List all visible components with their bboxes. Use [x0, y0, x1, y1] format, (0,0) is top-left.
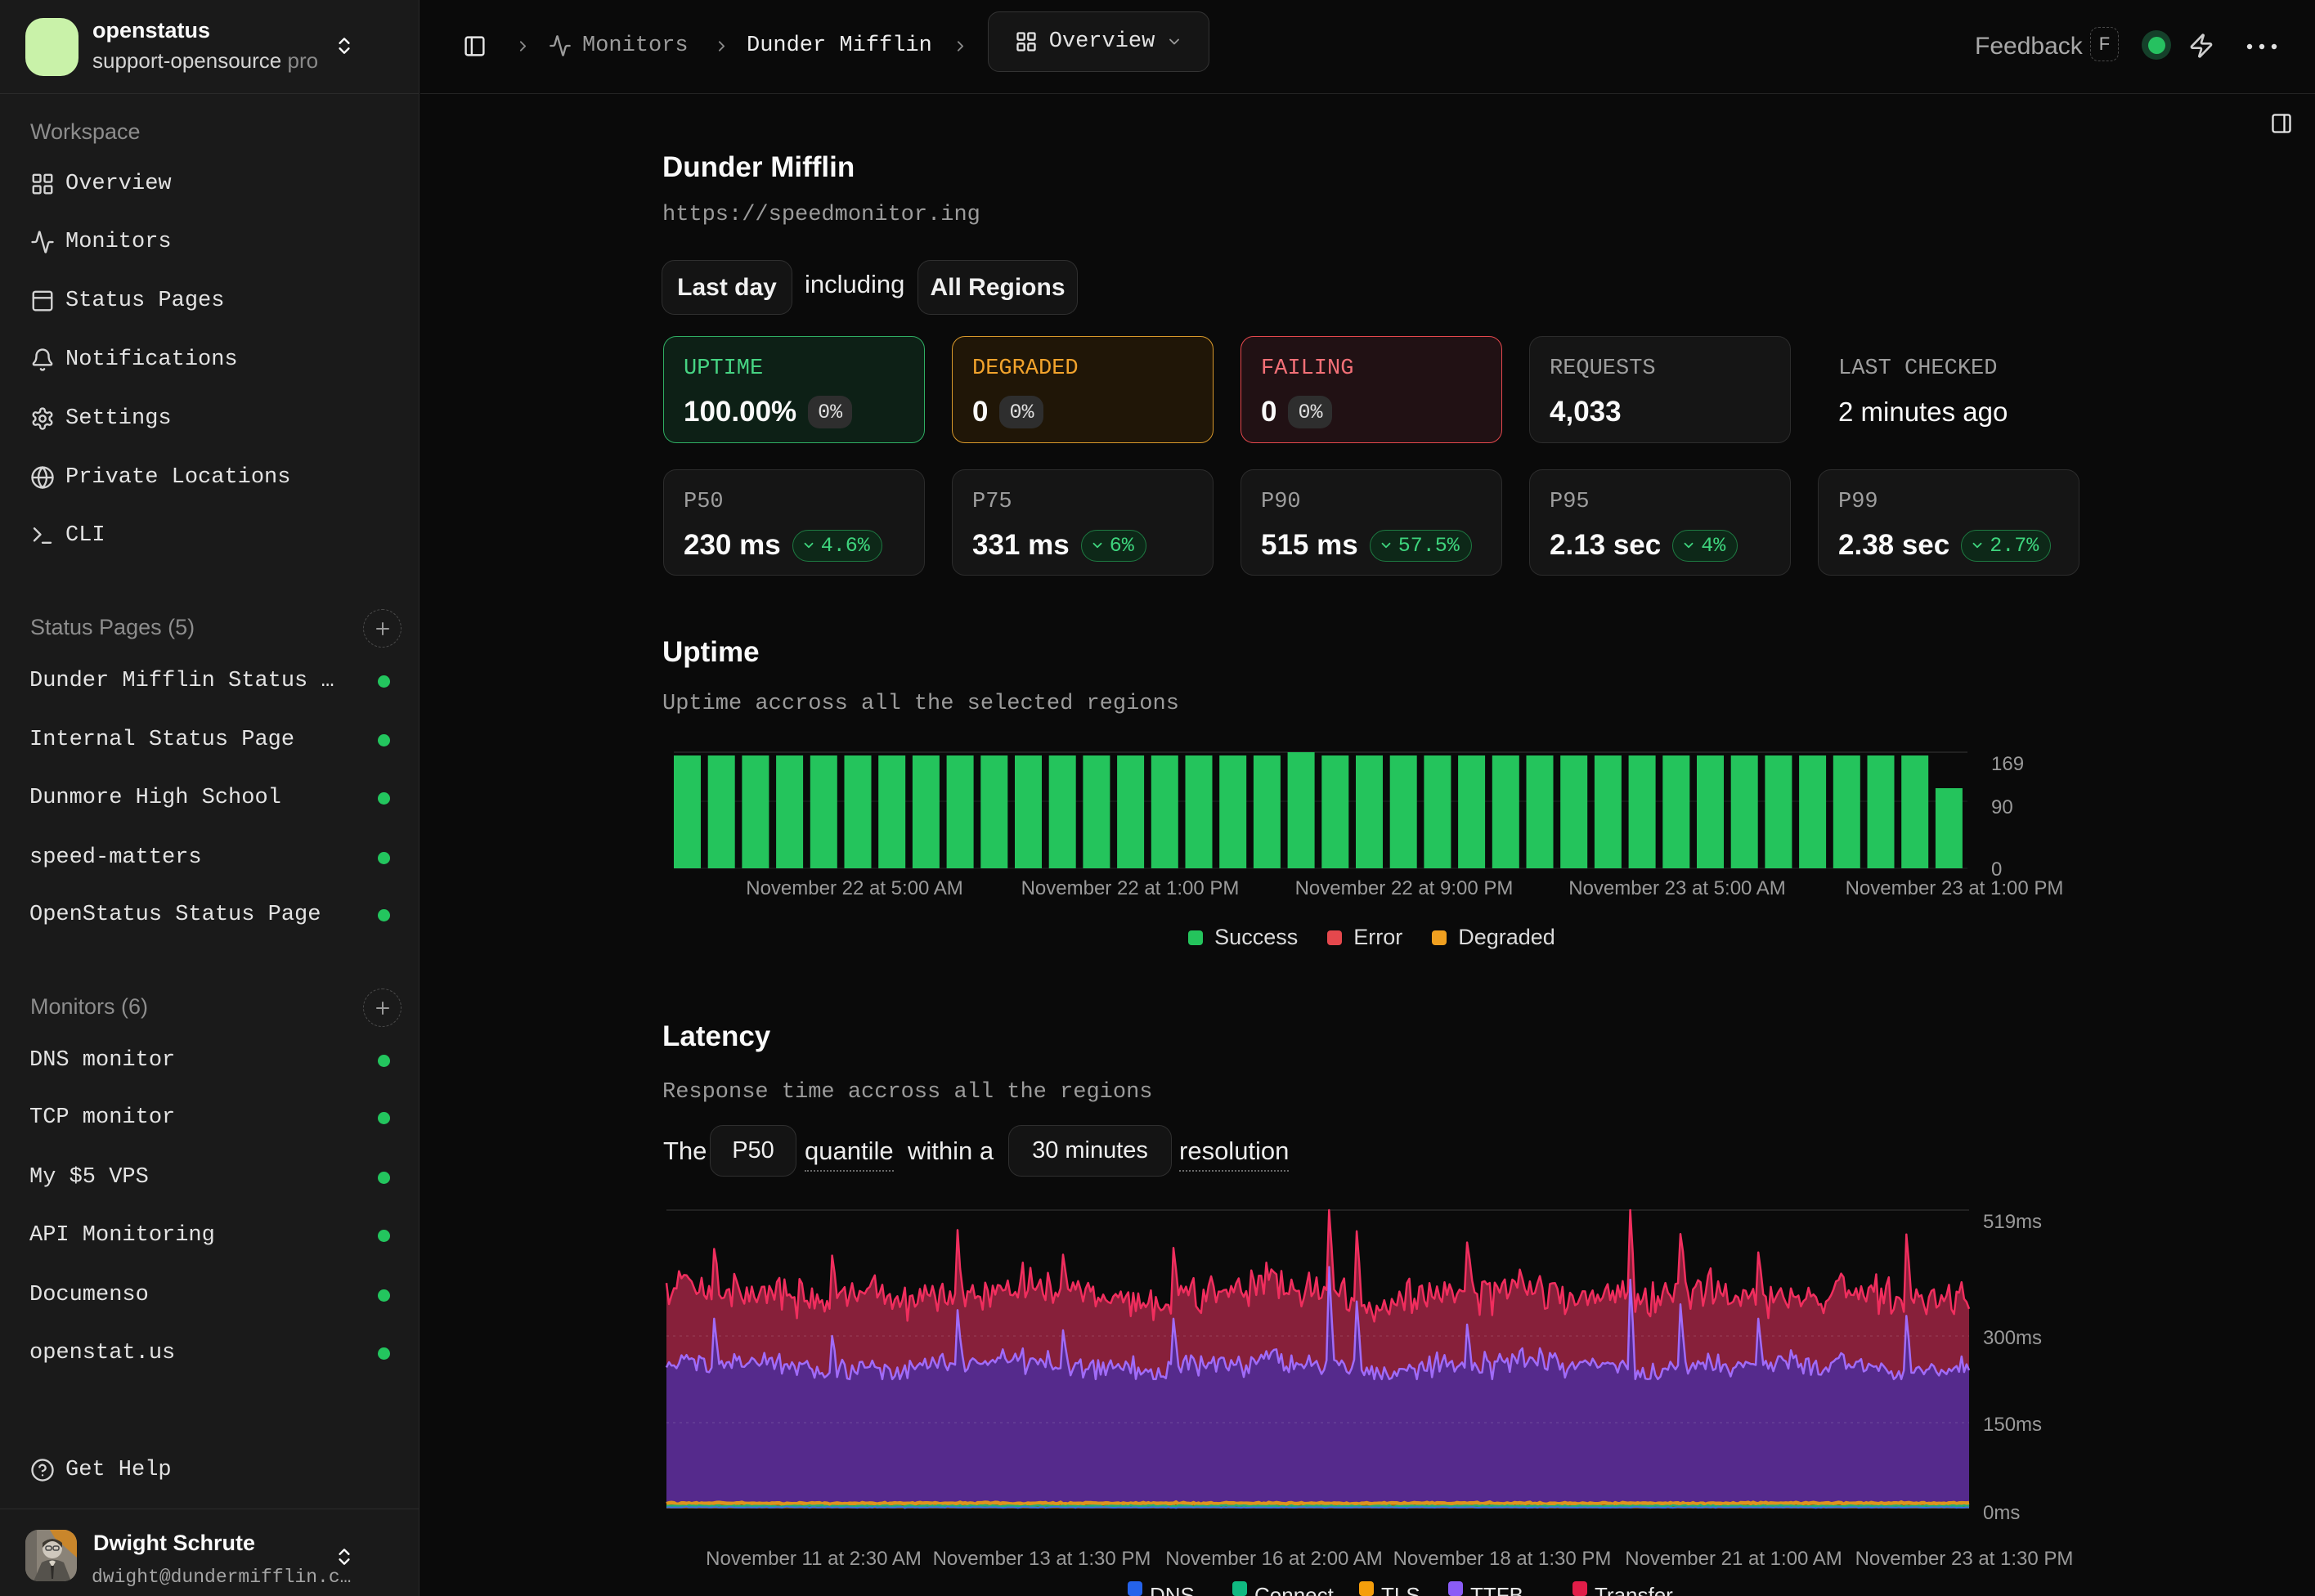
svg-text:90: 90: [1991, 796, 2013, 818]
svg-text:519ms: 519ms: [1983, 1211, 2042, 1233]
svg-text:November 23 at 5:00 AM: November 23 at 5:00 AM: [1568, 877, 1785, 899]
svg-text:November 18 at 1:30 PM: November 18 at 1:30 PM: [1393, 1548, 1612, 1570]
svg-text:November 22 at 1:00 PM: November 22 at 1:00 PM: [1021, 877, 1240, 899]
svg-text:November 13 at 1:30 PM: November 13 at 1:30 PM: [933, 1548, 1151, 1570]
svg-text:150ms: 150ms: [1983, 1414, 2042, 1436]
svg-text:Transfer: Transfer: [1595, 1583, 1673, 1596]
svg-text:TTFB: TTFB: [1470, 1583, 1523, 1596]
svg-text:DNS: DNS: [1150, 1583, 1195, 1596]
svg-text:169: 169: [1991, 753, 2024, 775]
svg-text:November 21 at 1:00 AM: November 21 at 1:00 AM: [1625, 1548, 1842, 1570]
svg-text:November 23 at 1:30 PM: November 23 at 1:30 PM: [1855, 1548, 2074, 1570]
svg-text:November 22 at 5:00 AM: November 22 at 5:00 AM: [746, 877, 962, 899]
svg-text:0ms: 0ms: [1983, 1502, 2020, 1524]
svg-text:TLS: TLS: [1381, 1583, 1420, 1596]
svg-text:November 11 at 2:30 AM: November 11 at 2:30 AM: [706, 1548, 922, 1570]
svg-text:300ms: 300ms: [1983, 1327, 2042, 1349]
svg-text:Connect: Connect: [1254, 1583, 1335, 1596]
svg-text:November 22 at 9:00 PM: November 22 at 9:00 PM: [1295, 877, 1514, 899]
svg-text:November 23 at 1:00 PM: November 23 at 1:00 PM: [1846, 877, 2064, 899]
svg-text:November 16 at 2:00 AM: November 16 at 2:00 AM: [1165, 1548, 1382, 1570]
